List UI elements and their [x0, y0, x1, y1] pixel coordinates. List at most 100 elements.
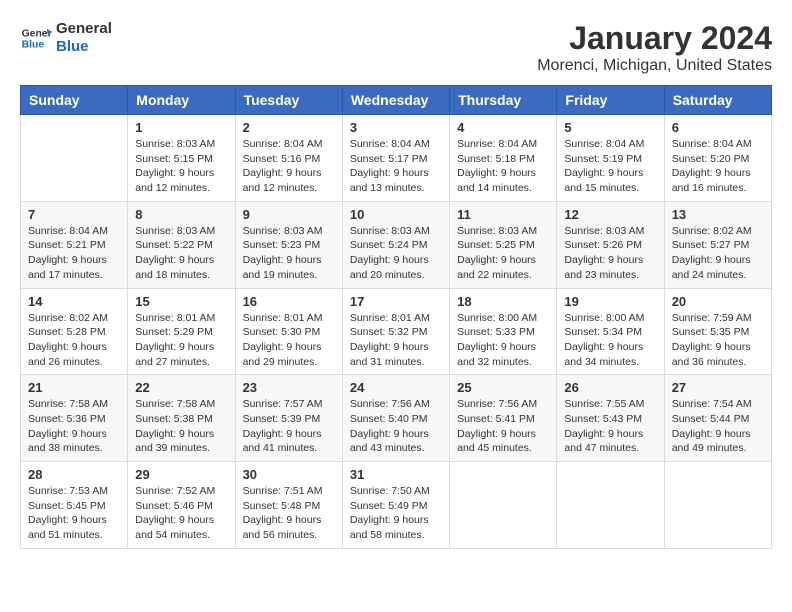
calendar-cell: 24Sunrise: 7:56 AM Sunset: 5:40 PM Dayli…	[342, 375, 449, 462]
calendar-cell: 8Sunrise: 8:03 AM Sunset: 5:22 PM Daylig…	[128, 201, 235, 288]
day-number: 16	[243, 294, 335, 309]
day-info: Sunrise: 7:58 AM Sunset: 5:38 PM Dayligh…	[135, 397, 227, 456]
calendar-cell	[664, 462, 771, 549]
calendar-week-row: 1Sunrise: 8:03 AM Sunset: 5:15 PM Daylig…	[21, 115, 772, 202]
calendar-cell: 11 Sunrise: 8:03 AM Sunset: 5:25 PM Dayli…	[450, 201, 557, 288]
day-number: 14	[28, 294, 120, 309]
calendar-header-monday: Monday	[128, 86, 235, 115]
page-subtitle: Morenci, Michigan, United States	[537, 57, 772, 75]
calendar-header-tuesday: Tuesday	[235, 86, 342, 115]
calendar-table: SundayMondayTuesdayWednesdayThursdayFrid…	[20, 85, 772, 549]
day-info: Sunrise: 7:59 AM Sunset: 5:35 PM Dayligh…	[672, 311, 764, 370]
calendar-cell: 15 Sunrise: 8:01 AM Sunset: 5:29 PM Dayli…	[128, 288, 235, 375]
day-number: 18	[457, 294, 549, 309]
calendar-cell: 10Sunrise: 8:03 AM Sunset: 5:24 PM Dayli…	[342, 201, 449, 288]
day-number: 25	[457, 380, 549, 395]
day-info: Sunrise: 8:01 AM Sunset: 5:29 PM Dayligh…	[135, 311, 227, 370]
calendar-week-row: 14 Sunrise: 8:02 AM Sunset: 5:28 PM Dayli…	[21, 288, 772, 375]
day-info: Sunrise: 7:58 AM Sunset: 5:36 PM Dayligh…	[28, 397, 120, 456]
calendar-cell: 23 Sunrise: 7:57 AM Sunset: 5:39 PM Dayli…	[235, 375, 342, 462]
calendar-header-friday: Friday	[557, 86, 664, 115]
page-header: General Blue General Blue January 2024 M…	[20, 20, 772, 75]
calendar-cell: 12 Sunrise: 8:03 AM Sunset: 5:26 PM Dayli…	[557, 201, 664, 288]
day-number: 7	[28, 207, 120, 222]
day-number: 11	[457, 207, 549, 222]
calendar-header-saturday: Saturday	[664, 86, 771, 115]
calendar-cell: 17 Sunrise: 8:01 AM Sunset: 5:32 PM Dayli…	[342, 288, 449, 375]
logo-text-general: General	[56, 20, 112, 38]
calendar-week-row: 21 Sunrise: 7:58 AM Sunset: 5:36 PM Dayli…	[21, 375, 772, 462]
day-info: Sunrise: 8:04 AM Sunset: 5:16 PM Dayligh…	[243, 137, 335, 196]
day-info: Sunrise: 8:04 AM Sunset: 5:17 PM Dayligh…	[350, 137, 442, 196]
calendar-cell: 27 Sunrise: 7:54 AM Sunset: 5:44 PM Dayli…	[664, 375, 771, 462]
day-number: 9	[243, 207, 335, 222]
calendar-cell: 21 Sunrise: 7:58 AM Sunset: 5:36 PM Dayli…	[21, 375, 128, 462]
day-number: 2	[243, 120, 335, 135]
calendar-cell: 31 Sunrise: 7:50 AM Sunset: 5:49 PM Dayli…	[342, 462, 449, 549]
calendar-cell: 26Sunrise: 7:55 AM Sunset: 5:43 PM Dayli…	[557, 375, 664, 462]
calendar-cell: 7 Sunrise: 8:04 AM Sunset: 5:21 PM Daylig…	[21, 201, 128, 288]
calendar-week-row: 7 Sunrise: 8:04 AM Sunset: 5:21 PM Daylig…	[21, 201, 772, 288]
day-info: Sunrise: 8:00 AM Sunset: 5:33 PM Dayligh…	[457, 311, 549, 370]
day-number: 10	[350, 207, 442, 222]
day-number: 6	[672, 120, 764, 135]
day-number: 31	[350, 467, 442, 482]
logo: General Blue General Blue	[20, 20, 112, 56]
day-info: Sunrise: 8:03 AM Sunset: 5:22 PM Dayligh…	[135, 224, 227, 283]
calendar-header-sunday: Sunday	[21, 86, 128, 115]
calendar-cell: 13 Sunrise: 8:02 AM Sunset: 5:27 PM Dayli…	[664, 201, 771, 288]
day-number: 26	[564, 380, 656, 395]
calendar-body: 1Sunrise: 8:03 AM Sunset: 5:15 PM Daylig…	[21, 115, 772, 549]
page-title: January 2024	[537, 20, 772, 57]
day-number: 28	[28, 467, 120, 482]
day-info: Sunrise: 8:02 AM Sunset: 5:28 PM Dayligh…	[28, 311, 120, 370]
day-info: Sunrise: 7:56 AM Sunset: 5:40 PM Dayligh…	[350, 397, 442, 456]
calendar-cell: 28 Sunrise: 7:53 AM Sunset: 5:45 PM Dayli…	[21, 462, 128, 549]
day-number: 22	[135, 380, 227, 395]
day-info: Sunrise: 7:56 AM Sunset: 5:41 PM Dayligh…	[457, 397, 549, 456]
calendar-cell: 9 Sunrise: 8:03 AM Sunset: 5:23 PM Daylig…	[235, 201, 342, 288]
day-number: 13	[672, 207, 764, 222]
svg-text:Blue: Blue	[22, 40, 45, 51]
calendar-cell: 3 Sunrise: 8:04 AM Sunset: 5:17 PM Daylig…	[342, 115, 449, 202]
day-info: Sunrise: 7:57 AM Sunset: 5:39 PM Dayligh…	[243, 397, 335, 456]
day-info: Sunrise: 8:03 AM Sunset: 5:25 PM Dayligh…	[457, 224, 549, 283]
calendar-cell: 29 Sunrise: 7:52 AM Sunset: 5:46 PM Dayli…	[128, 462, 235, 549]
day-info: Sunrise: 8:03 AM Sunset: 5:26 PM Dayligh…	[564, 224, 656, 283]
day-number: 29	[135, 467, 227, 482]
day-info: Sunrise: 7:54 AM Sunset: 5:44 PM Dayligh…	[672, 397, 764, 456]
day-number: 17	[350, 294, 442, 309]
calendar-cell: 14 Sunrise: 8:02 AM Sunset: 5:28 PM Dayli…	[21, 288, 128, 375]
day-info: Sunrise: 8:02 AM Sunset: 5:27 PM Dayligh…	[672, 224, 764, 283]
day-info: Sunrise: 8:04 AM Sunset: 5:21 PM Dayligh…	[28, 224, 120, 283]
day-number: 3	[350, 120, 442, 135]
day-info: Sunrise: 7:50 AM Sunset: 5:49 PM Dayligh…	[350, 484, 442, 543]
logo-icon: General Blue	[20, 22, 52, 54]
day-info: Sunrise: 7:53 AM Sunset: 5:45 PM Dayligh…	[28, 484, 120, 543]
title-block: January 2024 Morenci, Michigan, United S…	[537, 20, 772, 75]
day-number: 4	[457, 120, 549, 135]
day-info: Sunrise: 7:52 AM Sunset: 5:46 PM Dayligh…	[135, 484, 227, 543]
calendar-cell	[557, 462, 664, 549]
day-info: Sunrise: 8:04 AM Sunset: 5:19 PM Dayligh…	[564, 137, 656, 196]
calendar-cell: 18 Sunrise: 8:00 AM Sunset: 5:33 PM Dayli…	[450, 288, 557, 375]
calendar-cell: 20 Sunrise: 7:59 AM Sunset: 5:35 PM Dayli…	[664, 288, 771, 375]
day-number: 21	[28, 380, 120, 395]
calendar-cell	[21, 115, 128, 202]
day-number: 23	[243, 380, 335, 395]
day-number: 27	[672, 380, 764, 395]
day-number: 20	[672, 294, 764, 309]
calendar-cell	[450, 462, 557, 549]
calendar-cell: 25 Sunrise: 7:56 AM Sunset: 5:41 PM Dayli…	[450, 375, 557, 462]
day-info: Sunrise: 8:03 AM Sunset: 5:15 PM Dayligh…	[135, 137, 227, 196]
day-info: Sunrise: 8:04 AM Sunset: 5:20 PM Dayligh…	[672, 137, 764, 196]
day-number: 12	[564, 207, 656, 222]
calendar-cell: 19Sunrise: 8:00 AM Sunset: 5:34 PM Dayli…	[557, 288, 664, 375]
day-info: Sunrise: 7:51 AM Sunset: 5:48 PM Dayligh…	[243, 484, 335, 543]
day-info: Sunrise: 8:04 AM Sunset: 5:18 PM Dayligh…	[457, 137, 549, 196]
day-number: 15	[135, 294, 227, 309]
day-info: Sunrise: 8:01 AM Sunset: 5:32 PM Dayligh…	[350, 311, 442, 370]
calendar-cell: 5Sunrise: 8:04 AM Sunset: 5:19 PM Daylig…	[557, 115, 664, 202]
day-info: Sunrise: 8:00 AM Sunset: 5:34 PM Dayligh…	[564, 311, 656, 370]
day-info: Sunrise: 8:03 AM Sunset: 5:23 PM Dayligh…	[243, 224, 335, 283]
